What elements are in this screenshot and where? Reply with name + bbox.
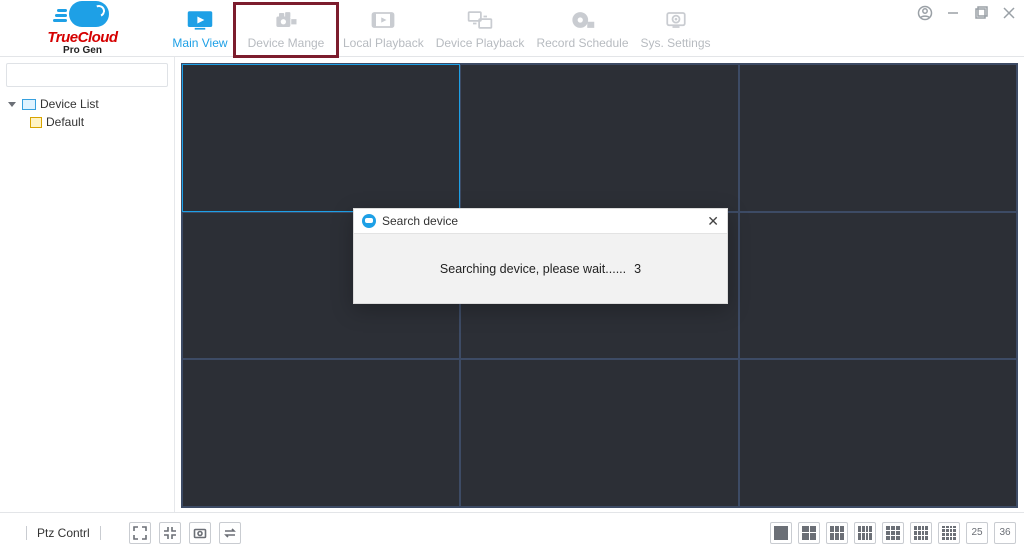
- brand-sub: Pro Gen: [63, 46, 102, 56]
- layout-1[interactable]: [770, 522, 792, 544]
- search-input[interactable]: [6, 63, 168, 87]
- brand-main: TrueCloud: [47, 30, 117, 45]
- device-tree: Device List Default: [0, 95, 174, 131]
- tree-child[interactable]: Default: [8, 113, 174, 131]
- layout-9[interactable]: [882, 522, 904, 544]
- tab-device-playback[interactable]: Device Playback: [430, 4, 531, 56]
- dialog-body: Searching device, please wait...... 3: [354, 234, 727, 304]
- top-tabs: Main View Device Mange Local Playback De…: [165, 0, 717, 56]
- left-toolbar: [129, 522, 241, 544]
- cloud-icon: [57, 1, 109, 29]
- dialog-close-icon[interactable]: ✕: [707, 213, 719, 230]
- dialog-message: Searching device, please wait......: [440, 262, 626, 276]
- bottom-bar: Ptz Contrl 25 36: [0, 512, 1024, 551]
- tab-label: Main View: [172, 36, 227, 50]
- tab-label: Record Schedule: [536, 36, 628, 50]
- tab-main-view[interactable]: Main View: [165, 4, 235, 56]
- tab-local-playback[interactable]: Local Playback: [337, 4, 430, 56]
- tab-record-schedule[interactable]: Record Schedule: [530, 4, 634, 56]
- layout-16[interactable]: [938, 522, 960, 544]
- film-icon: [367, 8, 399, 32]
- folder-icon: [30, 117, 42, 128]
- settings-icon: [660, 8, 692, 32]
- layout-36[interactable]: 36: [994, 522, 1016, 544]
- minimize-icon[interactable]: [944, 4, 962, 22]
- viewer: Search device ✕ Searching device, please…: [175, 57, 1024, 512]
- ptz-control-button[interactable]: Ptz Contrl: [26, 526, 101, 540]
- grid-cell[interactable]: [182, 359, 460, 507]
- tree-root-label: Device List: [40, 97, 99, 111]
- snapshot-icon[interactable]: [189, 522, 211, 544]
- play-screen-icon: [184, 8, 216, 32]
- video-grid: Search device ✕ Searching device, please…: [181, 63, 1018, 508]
- tab-label: Sys. Settings: [641, 36, 711, 50]
- layout-25[interactable]: 25: [966, 522, 988, 544]
- grid-cell[interactable]: [739, 64, 1017, 212]
- sidebar: Device List Default: [0, 57, 175, 512]
- dialog-app-icon: [362, 214, 376, 228]
- disc-icon: [566, 8, 598, 32]
- grid-cell[interactable]: [739, 359, 1017, 507]
- dialog-count: 3: [634, 262, 641, 276]
- chevron-down-icon: [8, 102, 16, 107]
- top-bar: TrueCloud Pro Gen Main View Device Mange…: [0, 0, 1024, 56]
- tab-label: Local Playback: [343, 36, 424, 50]
- grid-cell[interactable]: [460, 64, 738, 212]
- fullscreen-icon[interactable]: [129, 522, 151, 544]
- tree-child-label: Default: [46, 115, 84, 129]
- app-logo: TrueCloud Pro Gen: [0, 0, 165, 56]
- tab-device-mange[interactable]: Device Mange: [235, 4, 337, 56]
- cycle-icon[interactable]: [219, 522, 241, 544]
- grid-cell[interactable]: [460, 359, 738, 507]
- grid-cell[interactable]: [739, 212, 1017, 360]
- grid-cell[interactable]: [182, 64, 460, 212]
- tab-label: Device Mange: [248, 36, 325, 50]
- main-area: Device List Default Search device: [0, 57, 1024, 512]
- window-controls: [916, 4, 1018, 22]
- device-list-icon: [22, 99, 36, 110]
- tree-root[interactable]: Device List: [8, 95, 174, 113]
- camera-icon: [270, 8, 302, 32]
- maximize-icon[interactable]: [972, 4, 990, 22]
- tab-label: Device Playback: [436, 36, 525, 50]
- layout-toolbar: 25 36: [770, 522, 1016, 544]
- close-icon[interactable]: [1000, 4, 1018, 22]
- search-device-dialog: Search device ✕ Searching device, please…: [353, 208, 728, 304]
- device-playback-icon: [464, 8, 496, 32]
- layout-6[interactable]: [826, 522, 848, 544]
- dialog-title: Search device: [382, 214, 458, 228]
- dialog-titlebar[interactable]: Search device ✕: [354, 209, 727, 234]
- layout-13[interactable]: [910, 522, 932, 544]
- layout-4[interactable]: [798, 522, 820, 544]
- user-icon[interactable]: [916, 4, 934, 22]
- tab-sys-settings[interactable]: Sys. Settings: [635, 4, 717, 56]
- layout-8[interactable]: [854, 522, 876, 544]
- exit-fullscreen-icon[interactable]: [159, 522, 181, 544]
